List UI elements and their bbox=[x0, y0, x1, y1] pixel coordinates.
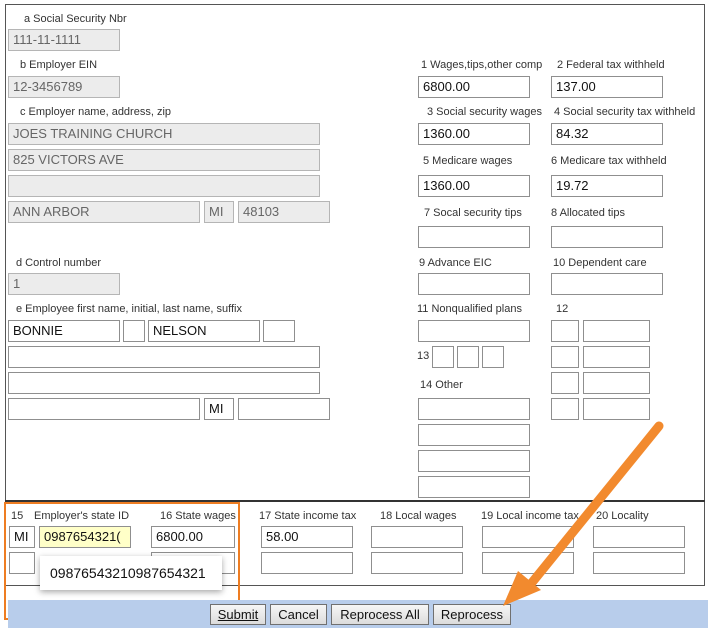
annotation-arrow-icon bbox=[503, 421, 664, 606]
